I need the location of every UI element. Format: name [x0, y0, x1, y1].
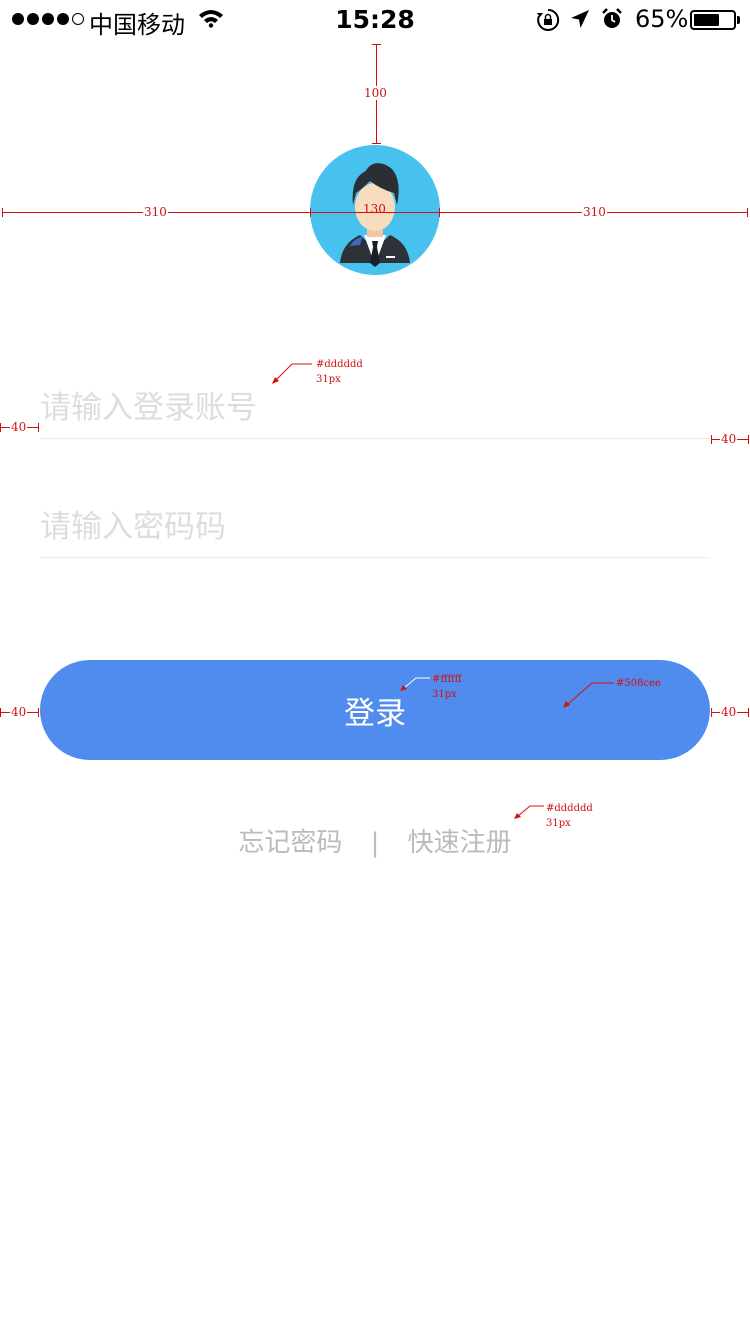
annotation-avatar-right: 310	[582, 205, 607, 219]
rotation-lock-icon	[536, 8, 560, 36]
annotation-input-color: #dddddd	[316, 359, 363, 370]
annotation-links-font: 31px	[546, 818, 571, 829]
annotation-avatar-size: 130	[363, 202, 386, 216]
annotation-arrow	[563, 682, 614, 708]
annotation-arrow	[400, 677, 430, 691]
password-field	[40, 497, 710, 558]
annotation-avatar-left: 310	[143, 205, 168, 219]
annotation-arrow	[272, 363, 312, 384]
location-arrow-icon	[570, 9, 590, 33]
battery-percent: 65%	[635, 5, 689, 33]
annotation-top-gap: 100	[363, 86, 388, 100]
battery-icon	[690, 10, 736, 30]
forgot-password-link[interactable]: 忘记密码	[238, 828, 342, 858]
annotation-btn-text-color: #ffffff	[432, 674, 462, 685]
alarm-icon	[601, 8, 623, 34]
register-link[interactable]: 快速注册	[408, 828, 512, 858]
annotation-margin-left: 40	[10, 420, 28, 434]
status-bar: 中国移动 15:28 65%	[0, 0, 750, 40]
account-field	[40, 378, 710, 439]
annotation-btn-color: #508cee	[616, 678, 661, 689]
annotation-btn-text-font: 31px	[432, 689, 457, 700]
annotation-btn-margin-left: 40	[10, 705, 28, 719]
annotation-input-font: 31px	[316, 374, 341, 385]
annotation-margin-right: 40	[720, 432, 738, 446]
links-separator: |	[370, 828, 380, 858]
password-input[interactable]	[40, 497, 710, 557]
annotation-btn-margin-right: 40	[720, 705, 738, 719]
login-button-label: 登录	[344, 695, 406, 732]
bottom-links: 忘记密码 | 快速注册	[0, 822, 750, 859]
login-button[interactable]: 登录	[40, 660, 710, 760]
annotation-links-color: #dddddd	[546, 803, 593, 814]
account-input[interactable]	[40, 378, 710, 438]
annotation-arrow	[514, 805, 544, 819]
